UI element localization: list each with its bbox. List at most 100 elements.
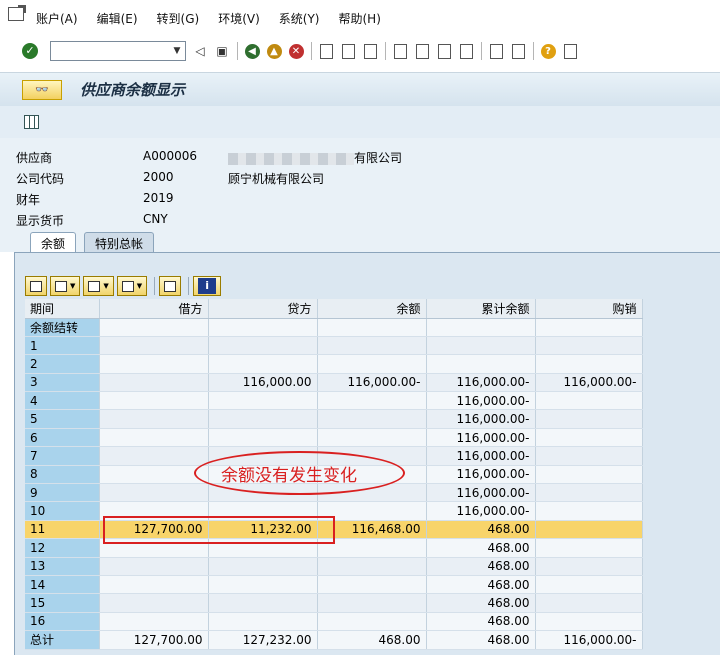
cell-cumulative[interactable]: 116,000.00-	[426, 428, 536, 448]
cell-sales[interactable]	[535, 465, 643, 485]
details-button[interactable]	[25, 276, 47, 296]
menu-help[interactable]: 帮助(H)	[338, 10, 380, 27]
table-row[interactable]: 1	[25, 336, 643, 356]
shortcut-button[interactable]	[510, 43, 526, 59]
cell-credit[interactable]	[208, 575, 318, 595]
column-header-debit[interactable]: 借方	[99, 299, 209, 319]
cell-debit[interactable]	[99, 593, 209, 613]
cell-debit[interactable]: 127,700.00	[99, 630, 209, 650]
cell-debit[interactable]	[99, 612, 209, 632]
cell-period[interactable]: 3	[25, 373, 100, 393]
cell-balance[interactable]	[317, 612, 427, 632]
cell-period[interactable]: 总计	[25, 630, 100, 650]
cell-balance[interactable]	[317, 336, 427, 356]
cell-sales[interactable]	[535, 336, 643, 356]
column-header-balance[interactable]: 余额	[317, 299, 427, 319]
cell-credit[interactable]	[208, 428, 318, 448]
command-field[interactable]: ▼	[50, 41, 186, 61]
cell-debit[interactable]	[99, 336, 209, 356]
cell-period[interactable]: 14	[25, 575, 100, 595]
cell-sales[interactable]	[535, 538, 643, 558]
table-row[interactable]: 6 116,000.00-	[25, 428, 643, 448]
cell-sales[interactable]	[535, 483, 643, 503]
cell-period[interactable]: 15	[25, 593, 100, 613]
first-page-button[interactable]	[392, 43, 408, 59]
cell-cumulative[interactable]: 116,000.00-	[426, 446, 536, 466]
cell-cumulative[interactable]: 116,000.00-	[426, 483, 536, 503]
tab-special-gl[interactable]: 特别总帐	[84, 232, 155, 252]
cell-credit[interactable]	[208, 336, 318, 356]
table-row[interactable]: 4 116,000.00-	[25, 391, 643, 411]
cell-credit[interactable]	[208, 612, 318, 632]
help-button[interactable]: ?	[540, 43, 556, 59]
cell-sales[interactable]	[535, 409, 643, 429]
cell-sales[interactable]	[535, 428, 643, 448]
cell-cumulative[interactable]: 468.00	[426, 557, 536, 576]
cell-cumulative[interactable]: 468.00	[426, 593, 536, 613]
cell-sales[interactable]	[535, 557, 643, 576]
cell-sales[interactable]	[535, 612, 643, 632]
cell-cumulative[interactable]: 468.00	[426, 538, 536, 558]
cell-sales[interactable]	[535, 520, 643, 540]
cell-cumulative[interactable]: 116,000.00-	[426, 465, 536, 485]
total-row[interactable]: 总计 127,700.00 127,232.00 468.00 468.00 116,00…	[25, 630, 643, 650]
tab-balance[interactable]: 余额	[30, 232, 77, 252]
cell-debit[interactable]	[99, 391, 209, 411]
cell-balance[interactable]: 468.00	[317, 630, 427, 650]
cell-debit[interactable]	[99, 409, 209, 429]
cell-period[interactable]: 10	[25, 501, 100, 521]
cell-cumulative[interactable]: 468.00	[426, 575, 536, 595]
cell-balance[interactable]	[317, 391, 427, 411]
cell-cumulative[interactable]	[426, 354, 536, 374]
exit-button[interactable]: ▲	[266, 43, 282, 59]
cell-period[interactable]: 8	[25, 465, 100, 485]
cell-cumulative[interactable]: 468.00	[426, 612, 536, 632]
cell-cumulative[interactable]: 116,000.00-	[426, 391, 536, 411]
cell-debit[interactable]	[99, 465, 209, 485]
cell-cumulative[interactable]: 116,000.00-	[426, 501, 536, 521]
chart-button[interactable]	[159, 276, 182, 296]
find-button[interactable]	[340, 43, 356, 59]
back-arrow-icon[interactable]: ◁	[192, 43, 208, 59]
cell-period[interactable]: 5	[25, 409, 100, 429]
cell-period[interactable]: 7	[25, 446, 100, 466]
column-header-period[interactable]: 期间	[25, 299, 100, 319]
cell-debit[interactable]	[99, 354, 209, 374]
cell-cumulative[interactable]: 468.00	[426, 630, 536, 650]
cell-sales[interactable]	[535, 575, 643, 595]
cell-balance[interactable]: 116,000.00-	[317, 373, 427, 393]
cell-credit[interactable]	[208, 409, 318, 429]
cell-period[interactable]: 9	[25, 483, 100, 503]
cell-period[interactable]: 16	[25, 612, 100, 632]
system-menu-icon[interactable]	[8, 5, 26, 21]
cell-sales[interactable]	[535, 446, 643, 466]
cell-sales[interactable]	[535, 354, 643, 374]
cell-debit[interactable]	[99, 575, 209, 595]
cell-credit[interactable]	[208, 391, 318, 411]
cell-cumulative[interactable]: 116,000.00-	[426, 373, 536, 393]
new-session-button[interactable]	[488, 43, 504, 59]
table-row[interactable]: 16 468.00	[25, 612, 643, 632]
cell-credit[interactable]	[208, 593, 318, 613]
enter-icon[interactable]: ✓	[22, 43, 38, 59]
cell-sales[interactable]	[535, 391, 643, 411]
menu-environment[interactable]: 环境(V)	[218, 10, 260, 27]
find-next-button[interactable]	[362, 43, 378, 59]
table-row[interactable]: 15 468.00	[25, 593, 643, 613]
column-header-credit[interactable]: 贷方	[208, 299, 318, 319]
prev-page-button[interactable]	[414, 43, 430, 59]
cell-period[interactable]: 余额结转	[25, 318, 100, 337]
layout-menu-button[interactable]	[562, 43, 578, 59]
cell-period[interactable]: 6	[25, 428, 100, 448]
column-header-cumulative[interactable]: 累计余额	[426, 299, 536, 319]
cell-balance[interactable]	[317, 409, 427, 429]
save-icon[interactable]: ▣	[214, 43, 230, 59]
cell-cumulative[interactable]: 468.00	[426, 520, 536, 540]
cell-credit[interactable]: 127,232.00	[208, 630, 318, 650]
cell-credit[interactable]	[208, 557, 318, 576]
cell-balance[interactable]	[317, 354, 427, 374]
cell-period[interactable]: 13	[25, 557, 100, 576]
filter-button[interactable]: ▼	[50, 276, 81, 296]
cell-period[interactable]: 1	[25, 336, 100, 356]
info-button[interactable]: i	[193, 276, 222, 296]
